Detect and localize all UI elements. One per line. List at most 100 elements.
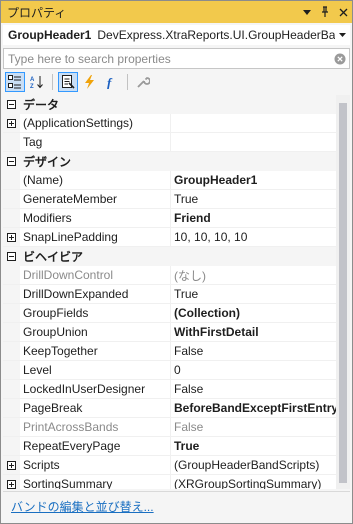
property-row[interactable]: Level 0 (3, 361, 336, 380)
category-label: ビヘイビア (23, 249, 84, 264)
property-value[interactable]: (Collection) (171, 304, 336, 322)
collapse-icon[interactable] (7, 156, 16, 166)
row-gutter[interactable] (3, 152, 20, 170)
property-name: Tag (20, 133, 171, 151)
property-row[interactable]: GroupUnion WithFirstDetail (3, 323, 336, 342)
search-input[interactable] (4, 49, 331, 68)
property-row[interactable]: LockedInUserDesigner False (3, 380, 336, 399)
property-row[interactable]: SnapLinePadding 10, 10, 10, 10 (3, 228, 336, 247)
property-value[interactable] (171, 133, 336, 151)
footer-commands: バンドの編集と並び替え... (3, 491, 350, 521)
row-gutter[interactable] (3, 228, 20, 246)
pin-icon (322, 6, 328, 17)
window-title: プロパティ (7, 5, 67, 20)
row-gutter[interactable] (3, 456, 20, 474)
property-row[interactable]: RepeatEveryPage True (3, 437, 336, 456)
row-gutter (3, 323, 20, 341)
property-value[interactable]: WithFirstDetail (171, 323, 336, 341)
property-name: Modifiers (20, 209, 171, 227)
property-pages-button[interactable] (133, 72, 153, 92)
property-value[interactable]: 10, 10, 10, 10 (171, 228, 336, 246)
row-gutter[interactable] (3, 247, 20, 265)
property-value[interactable] (171, 114, 336, 132)
property-value[interactable]: BeforeBandExceptFirstEntry (171, 399, 336, 417)
properties-view-button[interactable] (58, 72, 78, 92)
category-row[interactable]: ビヘイビア (3, 247, 336, 266)
svg-text:f: f (107, 75, 113, 89)
row-gutter (3, 304, 20, 322)
row-gutter (3, 266, 20, 284)
property-name: Level (20, 361, 171, 379)
property-value[interactable]: (GroupHeaderBandScripts) (171, 456, 336, 474)
category-label: デザイン (23, 154, 72, 169)
expressions-view-button[interactable]: f (102, 72, 122, 92)
property-row[interactable]: GenerateMember True (3, 190, 336, 209)
category-row[interactable]: データ (3, 95, 336, 114)
property-value[interactable]: GroupHeader1 (171, 171, 336, 189)
properties-page-icon (62, 75, 75, 89)
property-row[interactable]: PageBreak BeforeBandExceptFirstEntry (3, 399, 336, 418)
object-selector-dropdown[interactable] (335, 33, 349, 37)
clear-search-button[interactable] (331, 50, 349, 68)
events-view-button[interactable] (80, 72, 100, 92)
property-row[interactable]: GroupFields (Collection) (3, 304, 336, 323)
window-dropdown-button[interactable] (298, 3, 316, 21)
row-gutter (3, 133, 20, 151)
toolbar-separator (52, 74, 53, 90)
row-gutter (3, 361, 20, 379)
expand-icon[interactable] (7, 232, 16, 242)
row-gutter (3, 342, 20, 360)
property-row[interactable]: SortingSummary (XRGroupSortingSummary) (3, 475, 336, 489)
property-value: False (174, 420, 204, 434)
property-name: (Name) (20, 171, 171, 189)
row-gutter (3, 190, 20, 208)
property-value[interactable]: False (171, 342, 336, 360)
property-value[interactable]: (XRGroupSortingSummary) (171, 475, 336, 489)
edit-and-reorder-bands-link[interactable]: バンドの編集と並び替え... (3, 498, 154, 515)
property-name: SortingSummary (20, 475, 171, 489)
row-gutter[interactable] (3, 114, 20, 132)
property-row[interactable]: DrillDownControl (なし) (3, 266, 336, 285)
close-icon (339, 8, 347, 16)
alphabetical-button[interactable]: A Z (27, 72, 47, 92)
property-value[interactable]: Friend (171, 209, 336, 227)
row-gutter[interactable] (3, 475, 20, 489)
property-row[interactable]: Scripts (GroupHeaderBandScripts) (3, 456, 336, 475)
property-value[interactable]: True (171, 437, 336, 455)
vertical-scrollbar[interactable] (336, 95, 350, 489)
row-gutter (3, 380, 20, 398)
row-gutter (3, 399, 20, 417)
collapse-icon[interactable] (7, 251, 16, 261)
close-button[interactable] (334, 3, 352, 21)
property-row[interactable]: KeepTogether False (3, 342, 336, 361)
property-row[interactable]: DrillDownExpanded True (3, 285, 336, 304)
property-name: (ApplicationSettings) (20, 114, 171, 132)
title-bar: プロパティ (1, 1, 352, 23)
property-row[interactable]: PrintAcrossBands False (3, 418, 336, 437)
property-row[interactable]: Modifiers Friend (3, 209, 336, 228)
sort-alphabetical-icon: A Z (30, 76, 43, 89)
expand-icon[interactable] (7, 460, 16, 470)
object-name: GroupHeader1 (8, 28, 92, 42)
property-value[interactable]: 0 (171, 361, 336, 379)
pin-button[interactable] (316, 3, 334, 21)
property-row[interactable]: (ApplicationSettings) (3, 114, 336, 133)
property-value[interactable]: True (171, 285, 336, 303)
expand-icon[interactable] (7, 479, 16, 489)
property-value[interactable]: False (171, 380, 336, 398)
property-row[interactable]: Tag (3, 133, 336, 152)
property-name: SnapLinePadding (20, 228, 171, 246)
object-selector[interactable]: GroupHeader1 DevExpress.XtraReports.UI.G… (3, 25, 350, 45)
scrollbar-thumb[interactable] (339, 103, 347, 483)
property-value[interactable]: True (171, 190, 336, 208)
expand-icon[interactable] (7, 118, 16, 128)
row-gutter[interactable] (3, 95, 20, 113)
property-name: RepeatEveryPage (20, 437, 171, 455)
collapse-icon[interactable] (7, 99, 16, 109)
row-gutter (3, 418, 20, 436)
property-name: GenerateMember (20, 190, 171, 208)
categorized-button[interactable] (5, 72, 25, 92)
property-row[interactable]: (Name) GroupHeader1 (3, 171, 336, 190)
category-row[interactable]: デザイン (3, 152, 336, 171)
search-box (3, 48, 350, 69)
